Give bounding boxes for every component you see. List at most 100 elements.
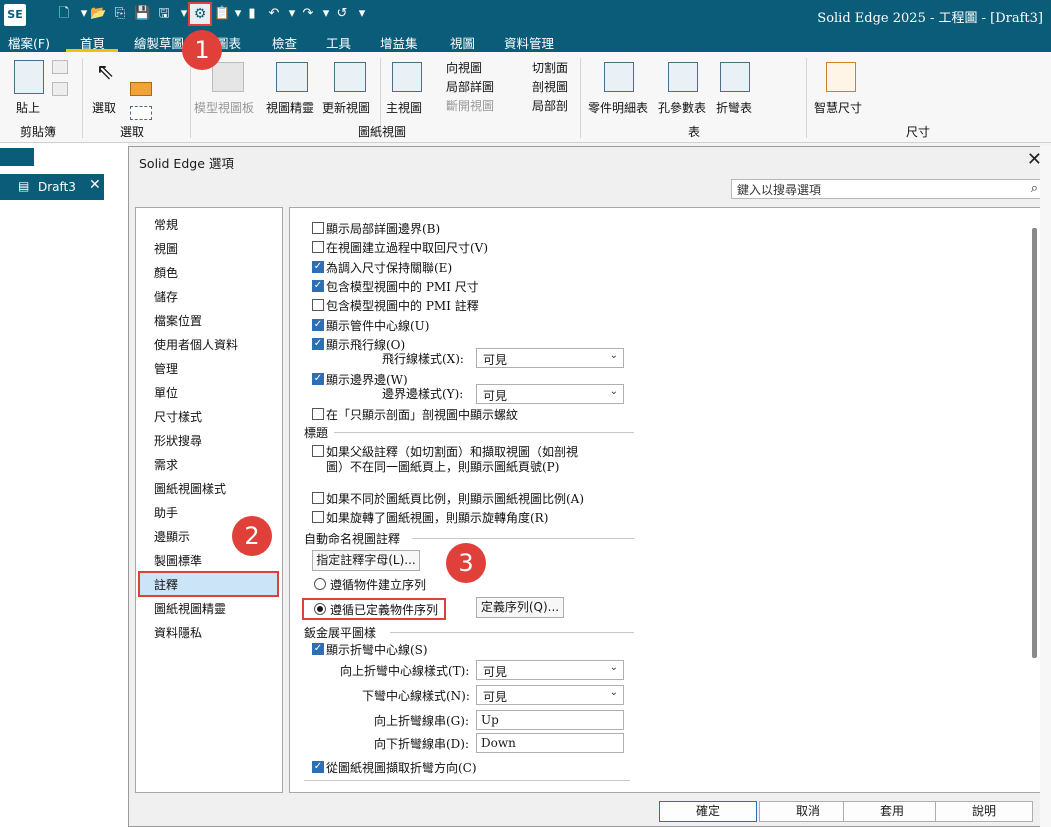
down-bend-style-select[interactable]: 可見 ⌄ (476, 685, 624, 705)
checkbox-parent-annotation[interactable] (312, 445, 324, 457)
dropdown-arrow-icon[interactable]: ▾ (318, 6, 334, 22)
tab-data-management[interactable]: 資料管理 (504, 33, 554, 52)
radio-follow-defined[interactable] (314, 603, 326, 615)
checkbox-bend-centerline[interactable]: ✓ (312, 643, 324, 655)
section-view-label[interactable]: 剖視圖 (532, 78, 568, 95)
close-icon[interactable]: ✕ (89, 177, 101, 193)
model-view-board-label[interactable]: 模型視圖板 (194, 99, 254, 116)
radio-follow-creation[interactable] (314, 578, 326, 590)
tab-tools[interactable]: 工具 (326, 33, 351, 52)
specify-letters-button[interactable]: 指定註釋字母(L)... (312, 550, 420, 571)
flowline-style-select[interactable]: 可見 ⌄ (476, 348, 624, 368)
redo-icon[interactable]: ↷ (300, 6, 316, 22)
bend-table-label[interactable]: 折彎表 (716, 99, 752, 116)
principal-view-label[interactable]: 主視圖 (386, 99, 422, 116)
nav-item-view[interactable]: 視圖 (154, 240, 178, 257)
selection-box-icon[interactable] (130, 106, 152, 120)
tab-inspect[interactable]: 檢查 (272, 33, 297, 52)
nav-item-drawing-view-style[interactable]: 圖紙視圖樣式 (154, 480, 226, 497)
hole-table-icon[interactable] (668, 62, 698, 92)
select-arrow-icon[interactable]: ⇖ (96, 60, 114, 85)
save-icon[interactable]: 💾 (134, 6, 150, 22)
down-bend-string-field[interactable]: Down (476, 733, 624, 753)
tab-addins[interactable]: 增益集 (380, 33, 418, 52)
search-icon[interactable]: ⌕ (1031, 181, 1038, 196)
checkbox-include-pmi-annot[interactable] (312, 299, 324, 311)
nav-item-user-profile[interactable]: 使用者個人資料 (154, 336, 238, 353)
model-view-board-icon[interactable] (212, 62, 244, 92)
copy-icon[interactable]: ⎘ (112, 6, 128, 22)
view-wizard-label[interactable]: 視圖精靈 (266, 99, 314, 116)
paste-icon[interactable] (14, 60, 44, 94)
panel-toggle[interactable] (0, 148, 34, 166)
undo-icon[interactable]: ↶ (266, 6, 282, 22)
update-views-label[interactable]: 更新視圖 (322, 99, 370, 116)
smart-dimension-icon[interactable] (826, 62, 856, 92)
parts-list-label[interactable]: 零件明細表 (588, 99, 648, 116)
nav-item-drawing-view-wizard[interactable]: 圖紙視圖精靈 (154, 600, 226, 617)
auxiliary-view-label[interactable]: 向視圖 (446, 59, 482, 76)
cutting-plane-label[interactable]: 切割面 (532, 59, 568, 76)
nav-item-dimension-style[interactable]: 尺寸樣式 (154, 408, 202, 425)
ok-button[interactable]: 確定 (659, 801, 757, 822)
tab-view[interactable]: 視圖 (450, 33, 475, 52)
open-folder-icon[interactable]: 📂 (90, 6, 106, 22)
select-filter-icon[interactable] (130, 82, 152, 96)
nav-item-data-privacy[interactable]: 資料隱私 (154, 624, 202, 641)
cut-icon[interactable] (52, 60, 68, 74)
border-style-select[interactable]: 可見 ⌄ (476, 384, 624, 404)
options-gear-icon[interactable]: ⚙ (188, 2, 212, 26)
tab-sketch[interactable]: 繪製草圖 (134, 33, 184, 52)
checkbox-flowline[interactable]: ✓ (312, 338, 324, 350)
document-tab[interactable]: ▤ Draft3 ✕ (0, 174, 104, 200)
save-as-icon[interactable]: 🖫 (156, 6, 172, 22)
up-bend-style-select[interactable]: 可見 ⌄ (476, 660, 624, 680)
up-bend-string-field[interactable]: Up (476, 710, 624, 730)
scrollbar-thumb[interactable] (1032, 228, 1037, 658)
nav-item-units[interactable]: 單位 (154, 384, 178, 401)
nav-item-requirements[interactable]: 需求 (154, 456, 178, 473)
dropdown-arrow-icon[interactable]: ▾ (284, 6, 300, 22)
nav-item-management[interactable]: 管理 (154, 360, 178, 377)
update-views-icon[interactable] (334, 62, 366, 92)
sheet-icon[interactable]: ▮ (244, 6, 260, 22)
view-wizard-icon[interactable] (276, 62, 308, 92)
customize-qa-icon[interactable]: ▾ (354, 6, 370, 22)
paste-label[interactable]: 貼上 (16, 99, 40, 116)
new-file-icon[interactable]: 🗋 (56, 6, 72, 22)
nav-item-save[interactable]: 儲存 (154, 288, 178, 305)
clipboard-icon[interactable]: 📋 (214, 6, 230, 22)
checkbox-retrieve-dims[interactable] (312, 241, 324, 253)
bend-table-icon[interactable] (720, 62, 750, 92)
principal-view-icon[interactable] (392, 62, 422, 92)
checkbox-keep-dims-linked[interactable]: ✓ (312, 261, 324, 273)
nav-item-annotation[interactable]: 註釋 (154, 576, 178, 593)
smart-dimension-label[interactable]: 智慧尺寸 (814, 99, 862, 116)
select-label[interactable]: 選取 (92, 99, 116, 116)
help-button[interactable]: 說明 (935, 801, 1033, 822)
search-input[interactable]: 鍵入以搜尋選項 ⌕ (731, 179, 1043, 199)
detail-view-label[interactable]: 局部詳圖 (446, 78, 494, 95)
checkbox-border-edges[interactable]: ✓ (312, 373, 324, 385)
parts-list-icon[interactable] (604, 62, 634, 92)
tab-file[interactable]: 檔案(F) (8, 33, 50, 52)
hole-table-label[interactable]: 孔參數表 (658, 99, 706, 116)
nav-item-colors[interactable]: 顏色 (154, 264, 178, 281)
checkbox-detail-border[interactable] (312, 222, 324, 234)
define-sequence-button[interactable]: 定義序列(Q)... (476, 597, 564, 618)
broken-out-label[interactable]: 局部剖 (532, 97, 568, 114)
checkbox-show-scale[interactable] (312, 492, 324, 504)
copy-icon[interactable] (52, 82, 68, 96)
checkbox-bend-dir-from-view[interactable]: ✓ (312, 761, 324, 773)
nav-item-file-locations[interactable]: 檔案位置 (154, 312, 202, 329)
nav-item-helpers[interactable]: 助手 (154, 504, 178, 521)
checkbox-thread-only-section[interactable] (312, 408, 324, 420)
broken-view-label[interactable]: 斷開視圖 (446, 97, 494, 114)
nav-item-shape-search[interactable]: 形狀搜尋 (154, 432, 202, 449)
nav-item-edge-display[interactable]: 邊顯示 (154, 528, 190, 545)
nav-item-general[interactable]: 常規 (154, 216, 178, 233)
apply-button[interactable]: 套用 (843, 801, 941, 822)
nav-item-drafting-standards[interactable]: 製圖標準 (154, 552, 202, 569)
repeat-icon[interactable]: ↺ (334, 6, 350, 22)
checkbox-show-rotation[interactable] (312, 511, 324, 523)
